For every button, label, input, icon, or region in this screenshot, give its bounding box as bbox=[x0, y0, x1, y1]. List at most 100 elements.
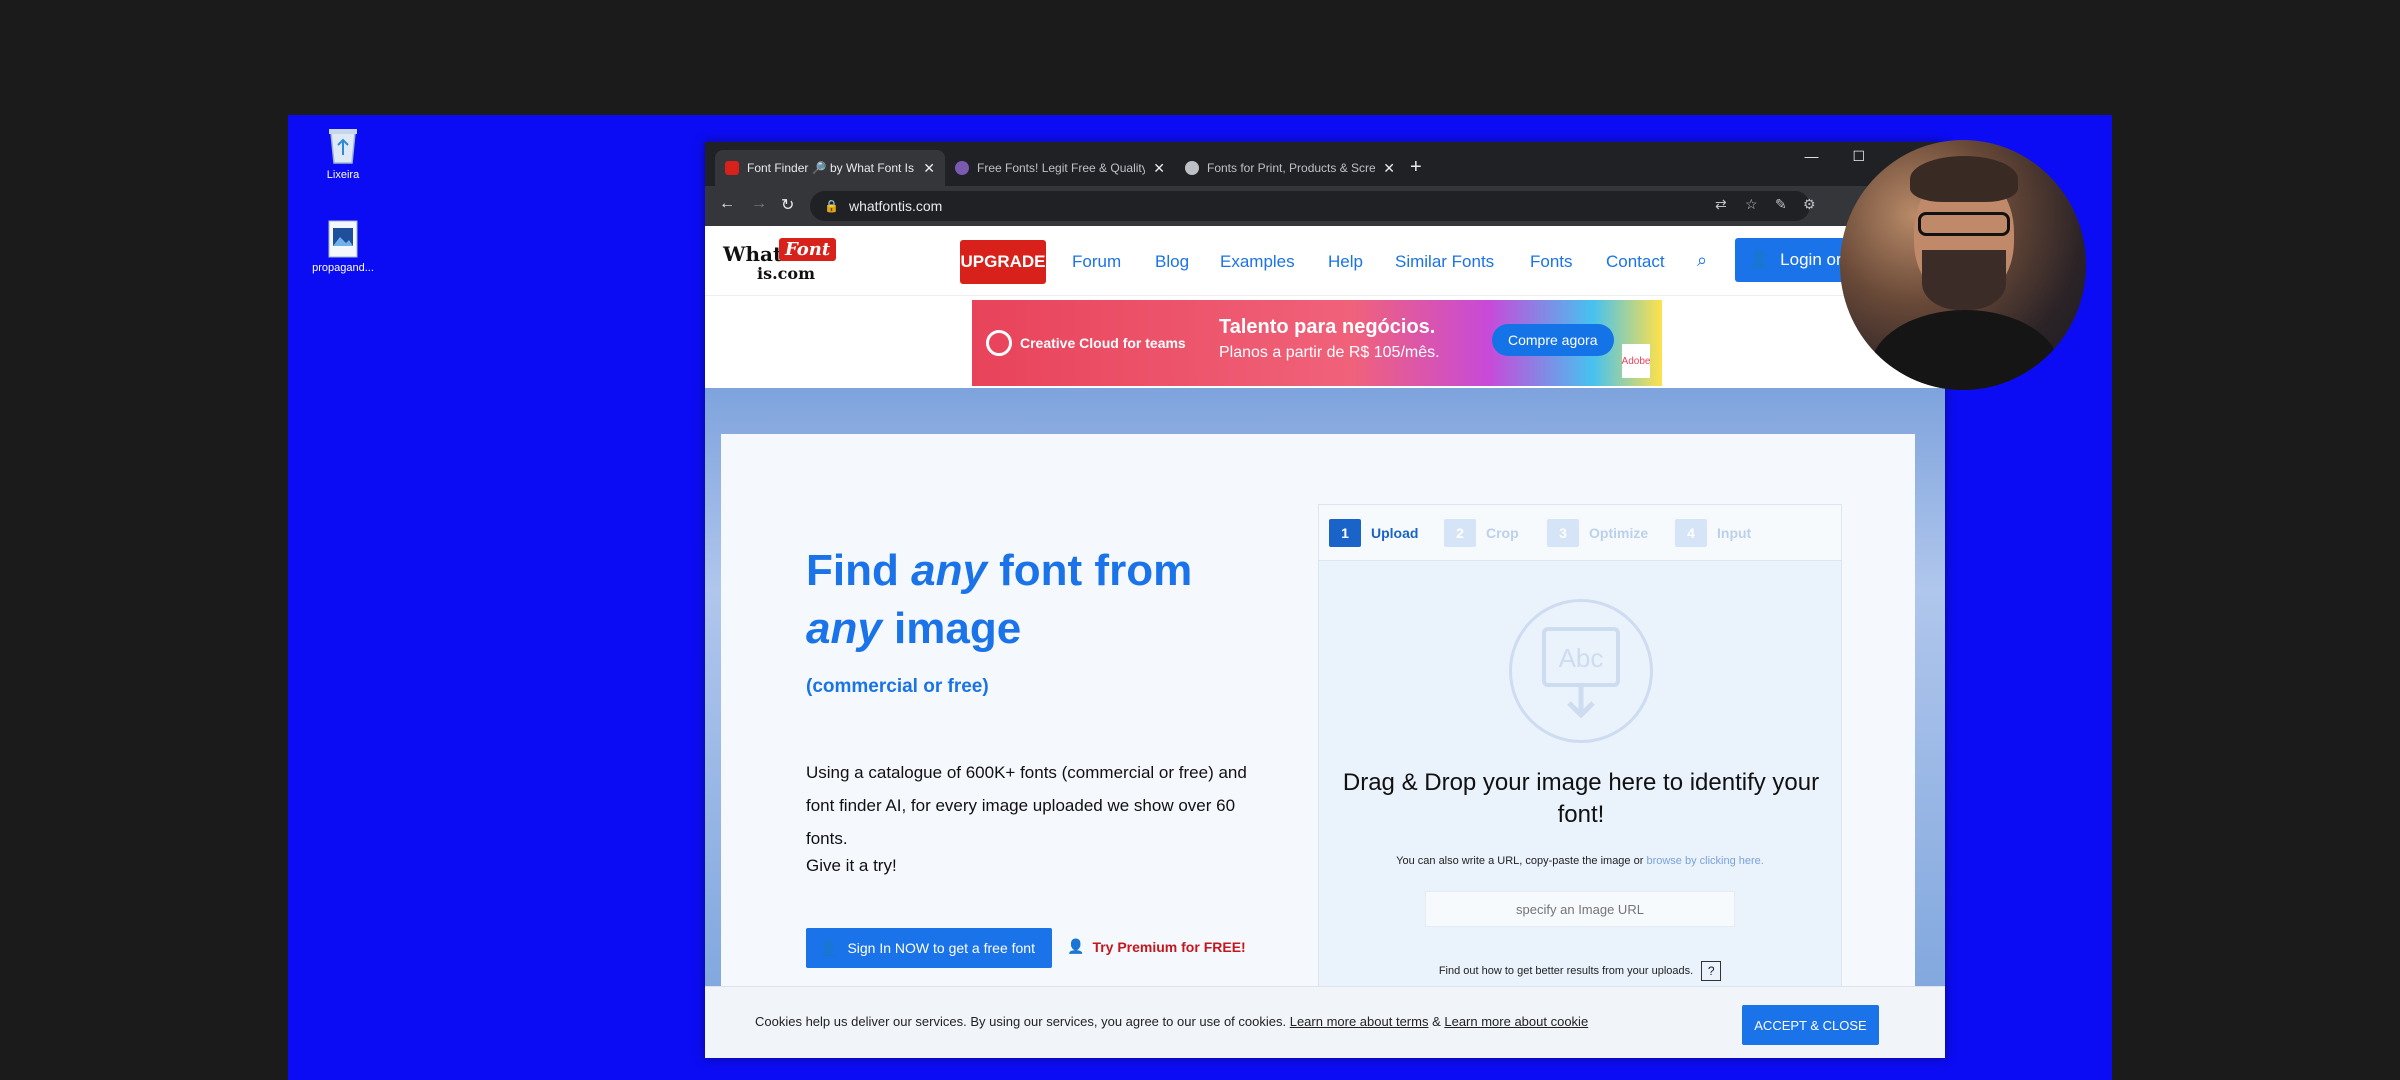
site-header: What Font is.com UPGRADE Forum Blog Exam… bbox=[705, 226, 1945, 296]
upload-abc-icon[interactable]: Abc bbox=[1509, 599, 1653, 743]
webcam-hair bbox=[1910, 156, 2018, 202]
close-tab-icon[interactable]: ✕ bbox=[1153, 160, 1165, 177]
signin-free-font-button[interactable]: 👤 Sign In NOW to get a free font bbox=[806, 928, 1052, 968]
whatfontis-logo[interactable]: What Font is.com bbox=[723, 238, 837, 283]
tab-bar: Font Finder 🔎 by What Font Is ✕ Free Fon… bbox=[705, 142, 1945, 186]
help-question-icon[interactable]: ? bbox=[1701, 961, 1722, 981]
signin-label: Sign In NOW to get a free font bbox=[847, 940, 1035, 956]
user-icon: 👤 bbox=[1067, 938, 1085, 954]
tab-title: Fonts for Print, Products & Scre bbox=[1207, 161, 1376, 175]
nav-blog[interactable]: Blog bbox=[1155, 252, 1189, 272]
step-optimize: 3 Optimize bbox=[1547, 519, 1648, 547]
logo-font: Font bbox=[779, 238, 837, 261]
creative-cloud-icon bbox=[986, 330, 1012, 356]
ad-subline: Planos a partir de R$ 105/mês. bbox=[1219, 344, 1440, 361]
step-number: 2 bbox=[1444, 519, 1476, 547]
tab-title: Free Fonts! Legit Free & Quality | bbox=[977, 161, 1146, 175]
image-url-input[interactable] bbox=[1425, 891, 1735, 927]
cookie-message: Cookies help us deliver our services. By… bbox=[755, 1014, 1290, 1029]
favicon-icon bbox=[1185, 161, 1199, 175]
webcam-beard bbox=[1922, 250, 2006, 310]
learn-cookie-link[interactable]: Learn more about cookie bbox=[1444, 1014, 1588, 1029]
webcam-body bbox=[1870, 310, 2060, 390]
try-premium-link[interactable]: 👤 Try Premium for FREE! bbox=[1067, 938, 1246, 955]
url-text: whatfontis.com bbox=[848, 198, 943, 214]
nav-contact[interactable]: Contact bbox=[1606, 252, 1665, 272]
desktop-icon-recycle-bin[interactable]: Lixeira bbox=[303, 125, 383, 181]
translate-icon[interactable]: ⇄ bbox=[1715, 196, 1727, 213]
user-icon: 👤 bbox=[1749, 250, 1771, 269]
premium-label: Try Premium for FREE! bbox=[1092, 938, 1246, 955]
also-text: You can also write a URL, copy-paste the… bbox=[1319, 855, 1841, 867]
hero-description: Using a catalogue of 600K+ fonts (commer… bbox=[806, 763, 1247, 848]
ad-brand: Creative Cloud for teams bbox=[986, 330, 1186, 356]
title-text: image bbox=[881, 604, 1022, 653]
abc-download-icon: Abc bbox=[1542, 627, 1620, 719]
nav-fonts[interactable]: Fonts bbox=[1530, 252, 1573, 272]
favicon-icon bbox=[955, 161, 969, 175]
webcam-overlay bbox=[1840, 140, 2086, 390]
minimize-button[interactable]: — bbox=[1804, 148, 1818, 165]
new-tab-button[interactable]: + bbox=[1410, 156, 1422, 179]
favicon-icon bbox=[725, 161, 739, 175]
search-icon[interactable]: ⌕ bbox=[1697, 250, 1707, 271]
forward-arrow-icon[interactable]: → bbox=[751, 195, 767, 213]
also-label: You can also write a URL, copy-paste the… bbox=[1396, 855, 1647, 867]
address-bar[interactable]: 🔒 whatfontis.com bbox=[810, 191, 1810, 221]
step-upload[interactable]: 1 Upload bbox=[1329, 519, 1418, 547]
recycle-bin-icon bbox=[329, 129, 357, 164]
reload-icon[interactable]: ↻ bbox=[781, 195, 794, 215]
ad-brand-text: Creative Cloud for teams bbox=[1020, 335, 1186, 351]
webcam-glasses bbox=[1918, 212, 2010, 236]
user-icon: 👤 bbox=[820, 939, 838, 956]
learn-terms-link[interactable]: Learn more about terms bbox=[1290, 1014, 1429, 1029]
findout-text: Find out how to get better results from … bbox=[1319, 961, 1841, 981]
ad-cta-button[interactable]: Compre agora bbox=[1492, 324, 1614, 356]
title-text: font from bbox=[986, 546, 1193, 595]
step-label: Input bbox=[1717, 525, 1752, 541]
step-input: 4 Input bbox=[1675, 519, 1751, 547]
hero-title: Find any font from any image bbox=[806, 542, 1246, 658]
step-number: 4 bbox=[1675, 519, 1707, 547]
window-controls: — ☐ bbox=[1804, 148, 1865, 165]
title-text: Find bbox=[806, 546, 912, 595]
screen: Lixeira propagand... Font Finder 🔎 by Wh… bbox=[0, 0, 2400, 1080]
extension-gear-icon[interactable]: ⚙ bbox=[1803, 196, 1816, 213]
address-toolbar: ← → ↻ 🔒 whatfontis.com ⇄ ☆ ✎ ⚙ bbox=[705, 186, 1945, 226]
desktop-icon-image-file[interactable]: propagand... bbox=[303, 220, 383, 274]
tab-free-fonts[interactable]: Free Fonts! Legit Free & Quality | ✕ bbox=[945, 150, 1175, 186]
hero-try-text: Give it a try! bbox=[806, 856, 897, 875]
hero-card: Find any font from any image (commercial… bbox=[721, 434, 1915, 1058]
image-file-icon bbox=[328, 220, 358, 258]
browse-link[interactable]: browse by clicking here. bbox=[1646, 855, 1763, 867]
step-crop: 2 Crop bbox=[1444, 519, 1519, 547]
close-tab-icon[interactable]: ✕ bbox=[1383, 160, 1395, 177]
adobe-ad-banner[interactable]: Creative Cloud for teams Talento para ne… bbox=[972, 300, 1662, 386]
maximize-button[interactable]: ☐ bbox=[1852, 148, 1865, 165]
bookmark-star-icon[interactable]: ☆ bbox=[1745, 196, 1758, 213]
accept-close-button[interactable]: ACCEPT & CLOSE bbox=[1742, 1005, 1879, 1045]
title-emphasis: any bbox=[806, 604, 882, 653]
tab-fonts-for-print[interactable]: Fonts for Print, Products & Scre ✕ bbox=[1175, 150, 1405, 186]
login-label: Login or bbox=[1780, 250, 1842, 269]
cookie-text: Cookies help us deliver our services. By… bbox=[755, 1014, 1588, 1029]
logo-domain: is.com bbox=[757, 264, 815, 283]
step-label: Upload bbox=[1371, 525, 1419, 541]
logo-what: What bbox=[723, 242, 783, 266]
desktop-icon-label: Lixeira bbox=[326, 169, 360, 181]
upload-panel: 1 Upload 2 Crop 3 Optimize 4 Input Abc D… bbox=[1318, 504, 1842, 1004]
abc-text: Abc bbox=[1559, 643, 1604, 673]
tab-title: Font Finder 🔎 by What Font Is bbox=[747, 161, 914, 175]
close-tab-icon[interactable]: ✕ bbox=[923, 160, 935, 177]
step-label: Crop bbox=[1486, 525, 1519, 541]
nav-examples[interactable]: Examples bbox=[1220, 252, 1295, 272]
upgrade-button[interactable]: UPGRADE bbox=[960, 240, 1046, 284]
nav-help[interactable]: Help bbox=[1328, 252, 1363, 272]
nav-forum[interactable]: Forum bbox=[1072, 252, 1121, 272]
tab-font-finder[interactable]: Font Finder 🔎 by What Font Is ✕ bbox=[715, 150, 945, 186]
nav-similar-fonts[interactable]: Similar Fonts bbox=[1395, 252, 1494, 272]
extension-pen-icon[interactable]: ✎ bbox=[1775, 196, 1787, 213]
back-arrow-icon[interactable]: ← bbox=[719, 195, 735, 213]
lock-icon: 🔒 bbox=[824, 199, 839, 213]
browser-window: Font Finder 🔎 by What Font Is ✕ Free Fon… bbox=[705, 142, 1945, 1058]
